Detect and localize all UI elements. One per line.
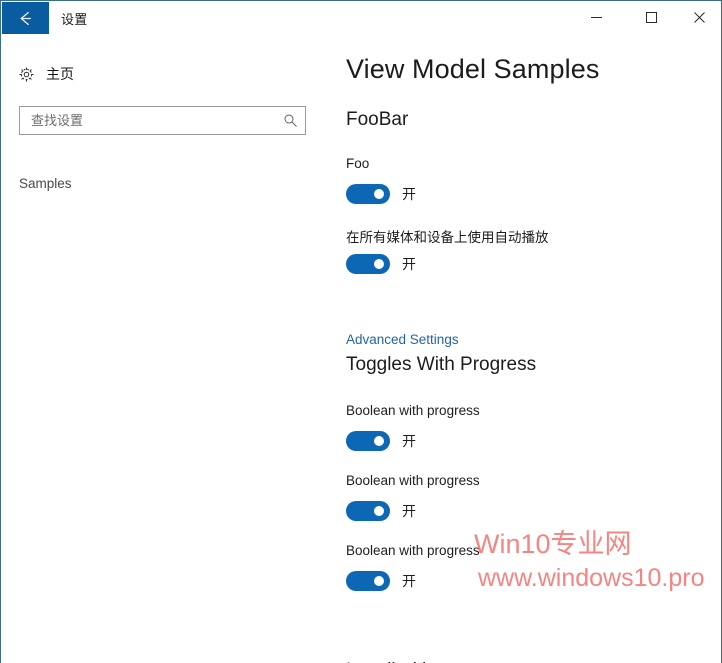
- toggle-state-foo: 开: [402, 186, 416, 202]
- setting-row-boolean-progress-2: 开: [346, 500, 416, 522]
- setting-label-boolean-progress-2: Boolean with progress: [346, 473, 480, 488]
- search-input[interactable]: [20, 107, 275, 134]
- toggle-boolean-progress-2[interactable]: [346, 501, 390, 521]
- setting-label-autoplay: 在所有媒体和设备上使用自动播放: [346, 230, 549, 245]
- maximize-icon: [646, 11, 657, 23]
- toggle-knob: [374, 189, 384, 199]
- setting-row-autoplay: 开: [346, 253, 416, 275]
- close-icon: [694, 11, 705, 23]
- maximize-button[interactable]: [629, 2, 674, 32]
- sidebar-item-samples[interactable]: Samples: [19, 176, 72, 191]
- setting-label-boolean-progress-1: Boolean with progress: [346, 403, 480, 418]
- toggle-knob: [374, 259, 384, 269]
- toggle-state-boolean-progress-2: 开: [402, 503, 416, 519]
- toggle-state-autoplay: 开: [402, 256, 416, 272]
- gear-icon: [19, 66, 34, 82]
- main-content: View Model Samples FooBar Foo 开 在所有媒体和设备…: [332, 38, 720, 663]
- sidebar-item-home[interactable]: 主页: [18, 60, 74, 88]
- toggle-knob: [374, 436, 384, 446]
- page-title: View Model Samples: [346, 54, 600, 84]
- search-icon[interactable]: [283, 113, 298, 128]
- back-button[interactable]: [2, 2, 49, 34]
- toggle-boolean-progress-3[interactable]: [346, 571, 390, 591]
- section-header-foobar: FooBar: [346, 109, 409, 130]
- toggle-autoplay[interactable]: [346, 254, 390, 274]
- minimize-button[interactable]: [574, 2, 619, 32]
- toggle-knob: [374, 506, 384, 516]
- setting-label-boolean-progress-3: Boolean with progress: [346, 543, 480, 558]
- toggle-foo[interactable]: [346, 184, 390, 204]
- toggle-state-boolean-progress-3: 开: [402, 573, 416, 589]
- setting-label-foo: Foo: [346, 156, 370, 171]
- sidebar-home-label: 主页: [46, 66, 74, 82]
- toggle-state-boolean-progress-1: 开: [402, 433, 416, 449]
- minimize-icon: [591, 16, 602, 18]
- title-bar: 设置: [1, 1, 721, 38]
- setting-row-boolean-progress-1: 开: [346, 430, 416, 452]
- window-title: 设置: [61, 12, 88, 27]
- search-box[interactable]: [19, 106, 306, 135]
- close-button[interactable]: [677, 2, 721, 32]
- settings-window: 设置 主页 查找设置 Samples View Model Samples Fo…: [0, 0, 722, 663]
- setting-row-boolean-progress-3: 开: [346, 570, 416, 592]
- toggle-boolean-progress-1[interactable]: [346, 431, 390, 451]
- toggle-knob: [374, 576, 384, 586]
- setting-row-foo: 开: [346, 183, 416, 205]
- back-arrow-icon: [20, 11, 32, 25]
- section-header-toggles-with-progress: Toggles With Progress: [346, 354, 537, 375]
- advanced-settings-link[interactable]: Advanced Settings: [346, 332, 459, 347]
- sidebar: 主页 Samples: [2, 38, 332, 663]
